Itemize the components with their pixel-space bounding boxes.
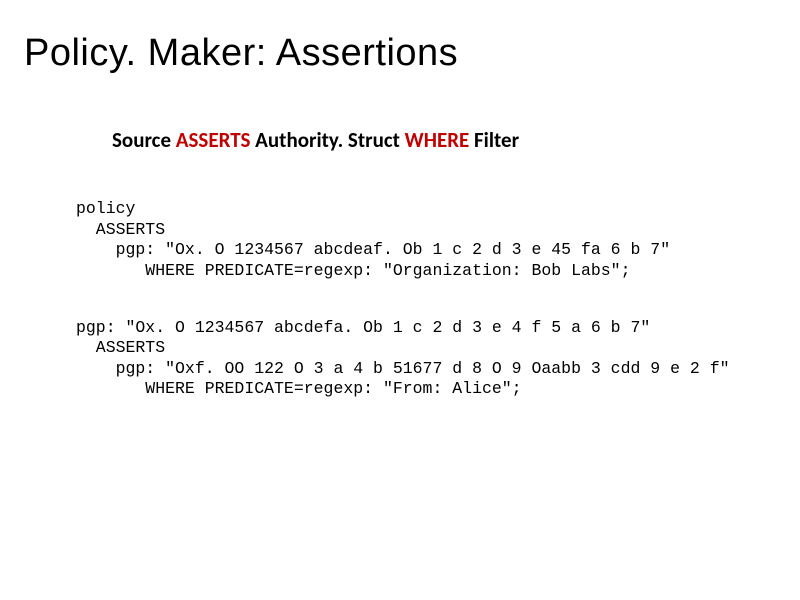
syntax-where-keyword: WHERE: [400, 127, 474, 153]
syntax-authority: Authority. Struct: [255, 127, 400, 153]
syntax-source: Source: [112, 127, 171, 153]
slide: Policy. Maker: Assertions Source ASSERTS…: [0, 0, 800, 600]
code-example-1: policy ASSERTS pgp: "Ox. O 1234567 abcde…: [76, 199, 776, 282]
code-example-2: pgp: "Ox. O 1234567 abcdefa. Ob 1 c 2 d …: [76, 318, 776, 401]
syntax-definition: Source ASSERTS Authority. Struct WHERE F…: [112, 127, 776, 153]
syntax-filter: Filter: [474, 127, 519, 153]
syntax-asserts-keyword: ASSERTS: [171, 127, 255, 153]
slide-title: Policy. Maker: Assertions: [24, 32, 776, 75]
